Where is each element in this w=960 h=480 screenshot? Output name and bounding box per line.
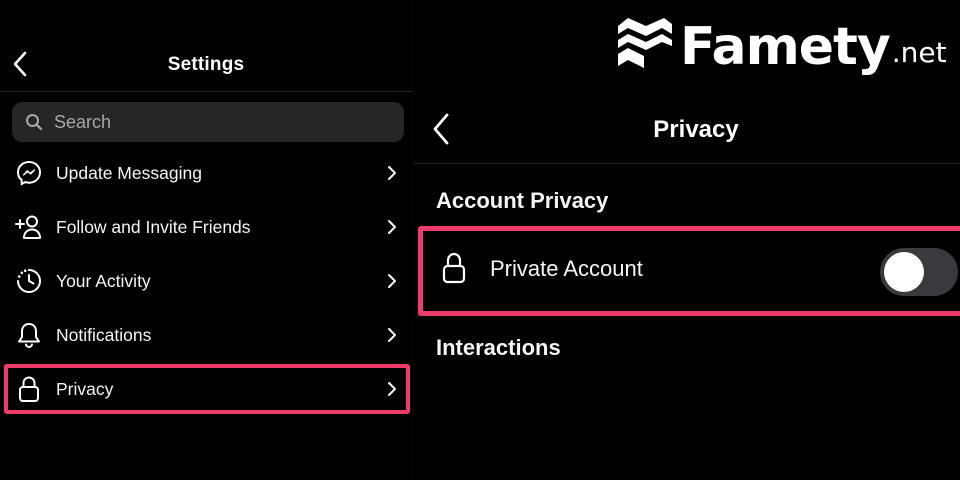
bell-icon bbox=[14, 320, 44, 350]
brand-name: Famety bbox=[680, 17, 891, 77]
search-field[interactable] bbox=[12, 102, 404, 142]
chevron-right-icon bbox=[385, 163, 399, 183]
settings-item-label: Your Activity bbox=[56, 270, 151, 291]
private-account-row[interactable]: Private Account bbox=[414, 232, 960, 308]
toggle-knob bbox=[884, 252, 924, 292]
section-heading-interactions: Interactions bbox=[436, 335, 561, 360]
chevron-right-icon bbox=[385, 325, 399, 345]
settings-item-privacy[interactable]: Privacy bbox=[0, 362, 412, 416]
search-icon bbox=[24, 112, 44, 132]
add-person-icon bbox=[14, 212, 44, 242]
settings-item-label: Notifications bbox=[56, 324, 152, 345]
page-title: Privacy bbox=[653, 116, 739, 143]
chevron-right-icon bbox=[385, 271, 399, 291]
settings-item-update-messaging[interactable]: Update Messaging bbox=[0, 146, 412, 200]
brand-watermark: Famety .net bbox=[616, 12, 947, 78]
settings-item-label: Update Messaging bbox=[56, 162, 202, 183]
settings-panel: Settings Update Messaging Follow and Inv… bbox=[0, 0, 412, 480]
activity-clock-icon bbox=[14, 266, 44, 296]
lock-icon bbox=[14, 374, 44, 404]
section-heading-account-privacy: Account Privacy bbox=[436, 188, 609, 213]
settings-item-notifications[interactable]: Notifications bbox=[0, 308, 412, 362]
chevron-right-icon bbox=[385, 217, 399, 237]
brand-tld: .net bbox=[891, 36, 947, 69]
messenger-icon bbox=[14, 158, 44, 188]
lock-icon bbox=[440, 250, 468, 286]
settings-item-your-activity[interactable]: Your Activity bbox=[0, 254, 412, 308]
settings-item-label: Follow and Invite Friends bbox=[56, 216, 251, 237]
chevron-right-icon bbox=[385, 379, 399, 399]
settings-header: Settings bbox=[0, 0, 412, 92]
settings-list: Update Messaging Follow and Invite Frien… bbox=[0, 146, 412, 416]
search-input[interactable] bbox=[54, 111, 374, 133]
private-account-label: Private Account bbox=[490, 256, 643, 281]
settings-item-label: Privacy bbox=[56, 378, 114, 399]
settings-item-follow-invite[interactable]: Follow and Invite Friends bbox=[0, 200, 412, 254]
private-account-toggle[interactable] bbox=[880, 248, 958, 296]
famety-logo-icon bbox=[618, 18, 672, 68]
page-title: Settings bbox=[167, 54, 245, 75]
privacy-header: Privacy bbox=[414, 92, 960, 164]
